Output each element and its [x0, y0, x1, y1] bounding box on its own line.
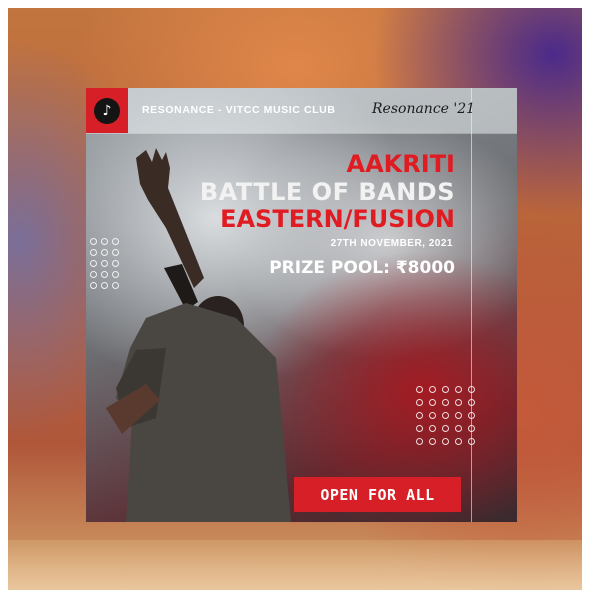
event-title-battle: BATTLE OF BANDS	[199, 178, 455, 206]
frame-line-horizontal	[86, 133, 517, 134]
brand-script: Resonance '21	[372, 101, 476, 117]
club-logo: ♪	[86, 88, 128, 133]
music-note-icon: ♪	[94, 97, 120, 124]
open-for-all-button[interactable]: OPEN FOR ALL	[294, 477, 461, 512]
event-date: 27TH NOVEMBER, 2021	[330, 238, 453, 249]
dot-grid-left	[90, 238, 119, 289]
club-name: RESONANCE - VITCC MUSIC CLUB	[142, 104, 336, 116]
frame-line-vertical	[471, 88, 472, 522]
prize-pool: PRIZE POOL: ₹8000	[269, 258, 455, 278]
dot-grid-right	[416, 386, 475, 445]
backdrop-band	[8, 540, 582, 590]
event-poster: ♪ RESONANCE - VITCC MUSIC CLUB Resonance…	[86, 88, 517, 522]
event-title-aakriti: AAKRITI	[346, 150, 455, 178]
event-title-category: EASTERN/FUSION	[220, 205, 455, 233]
